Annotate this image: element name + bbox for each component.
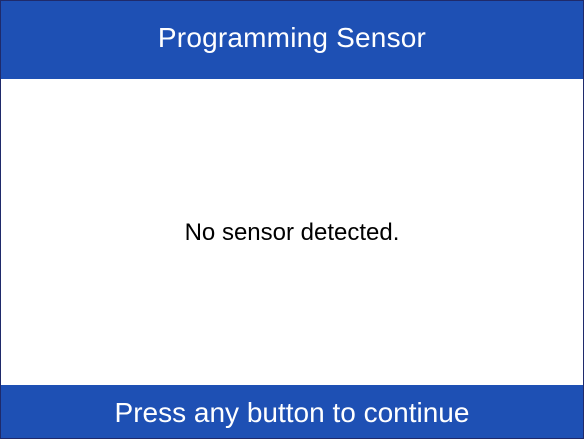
status-message: No sensor detected. [184,218,400,246]
screen-title: Programming Sensor [157,22,427,53]
title-bar: Programming Sensor [1,1,583,79]
continue-prompt: Press any button to continue [114,396,470,428]
message-area: No sensor detected. [1,79,583,384]
footer-bar: Press any button to continue [1,385,583,438]
device-screen: Programming Sensor No sensor detected. P… [0,0,584,439]
